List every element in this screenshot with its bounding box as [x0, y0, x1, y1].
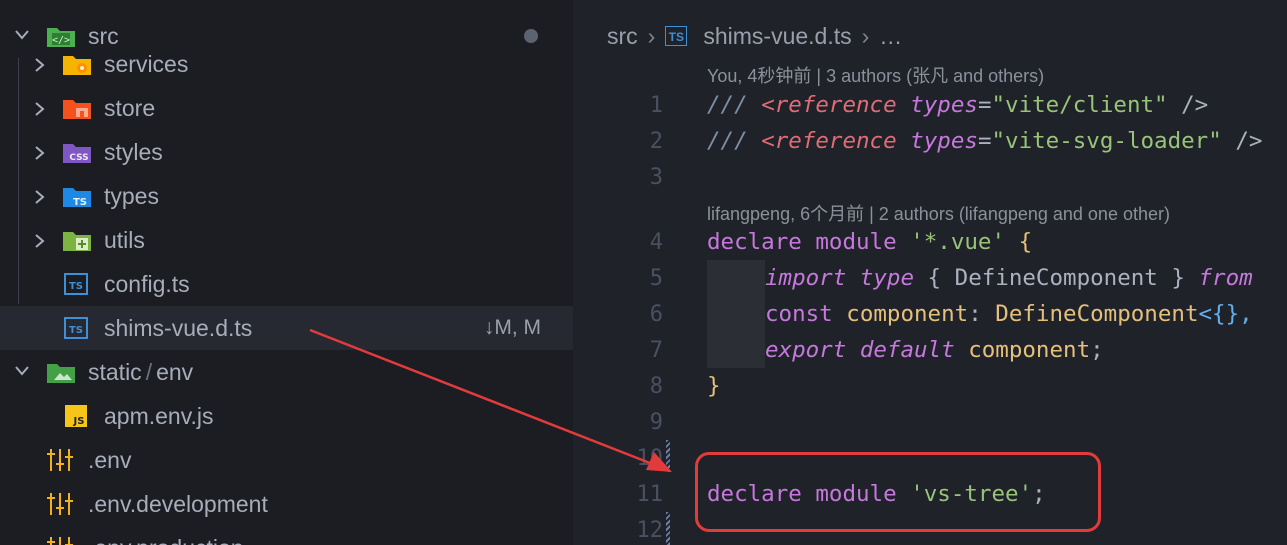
- code-line-6[interactable]: const component: DefineComponent<{},: [765, 301, 1253, 327]
- code-line-1[interactable]: /// <reference types="vite/client" />: [707, 92, 1208, 118]
- line-number: 3: [649, 165, 663, 190]
- explorer-sidebar: </> src services store CSS styles TS typ…: [0, 0, 573, 545]
- svg-text:TS: TS: [69, 281, 83, 292]
- line-number: 12: [636, 518, 664, 543]
- diff-gutter-marker[interactable]: [666, 440, 670, 472]
- folder-label: store: [104, 94, 156, 121]
- chevron-right-icon: ›: [861, 22, 870, 49]
- chevron-down-icon: [14, 365, 29, 379]
- svg-text:TS: TS: [73, 197, 87, 208]
- git-status: ↓M, M: [483, 316, 541, 339]
- folder-label: services: [104, 50, 189, 77]
- line-number: 10: [636, 446, 664, 471]
- folder-styles[interactable]: CSS styles: [0, 130, 573, 174]
- folder-label: utils: [104, 226, 145, 253]
- line-number: 9: [649, 410, 663, 435]
- folder-label: static / env: [88, 358, 194, 385]
- folder-image-icon: [46, 360, 76, 384]
- line-number: 11: [636, 482, 664, 507]
- git-blame-lens[interactable]: You, 4秒钟前 | 3 authors (张凡 and others): [707, 62, 1044, 88]
- file-label: apm.env.js: [104, 402, 214, 429]
- folder-label: types: [104, 182, 159, 209]
- chevron-down-icon: [14, 29, 29, 43]
- file-shims-vue[interactable]: TS shims-vue.d.ts ↓M, M: [0, 306, 573, 350]
- code-line-5[interactable]: import type { DefineComponent } from: [765, 265, 1253, 291]
- modified-dot: [524, 29, 538, 43]
- code-line-4[interactable]: declare module '*.vue' {: [707, 229, 1032, 255]
- typescript-file-icon: TS: [665, 26, 688, 46]
- line-number: 6: [649, 302, 663, 327]
- code-line-7[interactable]: export default component;: [765, 337, 1104, 363]
- chevron-right-icon: [34, 233, 48, 248]
- line-number: 7: [649, 338, 663, 363]
- typescript-file-icon: TS: [64, 273, 94, 297]
- folder-css-icon: CSS: [62, 140, 92, 164]
- code-line-2[interactable]: /// <reference types="vite-svg-loader" /…: [707, 128, 1262, 154]
- chevron-right-icon: [34, 101, 48, 116]
- folder-utils-icon: [62, 228, 92, 252]
- folder-store[interactable]: store: [0, 86, 573, 130]
- chevron-right-icon: [34, 189, 48, 204]
- folder-label: styles: [104, 138, 163, 165]
- file-label: .env.production: [88, 535, 244, 545]
- line-number: 4: [649, 230, 663, 255]
- file-config-ts[interactable]: TS config.ts: [0, 262, 573, 306]
- settings-sliders-icon: [46, 535, 76, 545]
- breadcrumb-folder[interactable]: src: [607, 23, 638, 50]
- file-label: .env.development: [88, 490, 268, 517]
- line-number: 1: [649, 93, 663, 118]
- folder-types[interactable]: TS types: [0, 174, 573, 218]
- folder-services-icon: [62, 52, 92, 76]
- chevron-right-icon: [34, 57, 48, 72]
- git-blame-lens[interactable]: lifangpeng, 6个月前 | 2 authors (lifangpeng…: [707, 200, 1170, 226]
- file-label: config.ts: [104, 270, 190, 297]
- svg-text:JS: JS: [73, 416, 85, 427]
- line-number: 2: [649, 129, 663, 154]
- chevron-right-icon: ›: [647, 22, 656, 49]
- javascript-file-icon: JS: [64, 404, 94, 428]
- line-number: 8: [649, 374, 663, 399]
- folder-store-icon: [62, 96, 92, 120]
- code-line-8[interactable]: }: [707, 373, 721, 399]
- settings-sliders-icon: [46, 491, 76, 515]
- settings-sliders-icon: [46, 447, 76, 471]
- highlight-box: [695, 452, 1101, 532]
- svg-text:TS: TS: [69, 325, 83, 336]
- breadcrumb-more[interactable]: …: [879, 23, 902, 50]
- folder-services[interactable]: services: [0, 42, 573, 86]
- indent-highlight: [707, 260, 765, 368]
- svg-text:CSS: CSS: [69, 153, 88, 163]
- diff-gutter-marker[interactable]: [666, 512, 670, 545]
- file-env-development[interactable]: .env.development: [0, 482, 573, 526]
- file-label: shims-vue.d.ts: [104, 314, 253, 341]
- chevron-right-icon: [34, 145, 48, 160]
- breadcrumb-file[interactable]: shims-vue.d.ts: [703, 23, 851, 50]
- folder-utils[interactable]: utils: [0, 218, 573, 262]
- file-apm-env-js[interactable]: JS apm.env.js: [0, 394, 573, 438]
- typescript-file-icon: TS: [64, 317, 94, 341]
- line-number: 5: [649, 266, 663, 291]
- folder-static-env[interactable]: static / env: [0, 350, 573, 394]
- file-label: .env: [88, 446, 132, 473]
- folder-ts-icon: TS: [62, 184, 92, 208]
- file-env[interactable]: .env: [0, 438, 573, 482]
- file-env-production[interactable]: .env.production: [0, 526, 573, 545]
- breadcrumb: src › TS shims-vue.d.ts › …: [607, 22, 902, 50]
